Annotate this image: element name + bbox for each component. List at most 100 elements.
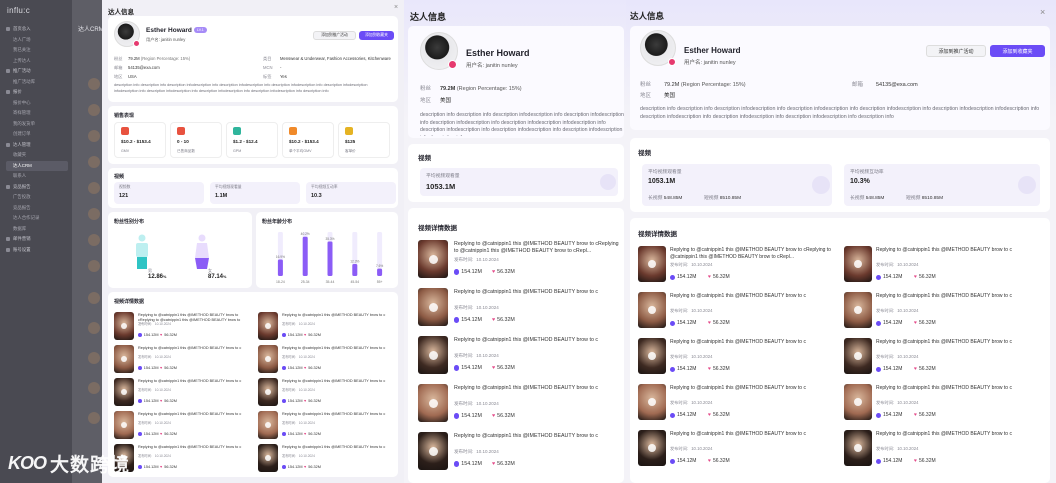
- video-title[interactable]: Replying to @catnippin1 this @IMETHOD BE…: [138, 445, 254, 450]
- video-thumbnail[interactable]: [418, 432, 448, 470]
- video-title[interactable]: Replying to @catnippin1 this @IMETHOD BE…: [670, 431, 838, 438]
- play-icon[interactable]: [647, 397, 657, 407]
- video-item[interactable]: Replying to @catnippin1 this @IMETHOD BE…: [844, 384, 1044, 420]
- close-icon[interactable]: ×: [1040, 7, 1045, 17]
- sidebar-item[interactable]: 联系人: [6, 171, 68, 182]
- add-to-favorite-button[interactable]: 添加到收藏夹: [990, 45, 1045, 57]
- video-title[interactable]: Replying to @catnippin1 this @IMETHOD BE…: [670, 339, 838, 346]
- play-icon[interactable]: [121, 356, 127, 362]
- sidebar-item[interactable]: 我已关注: [6, 45, 68, 56]
- sidebar-item[interactable]: 竞品报告: [6, 182, 68, 193]
- video-thumbnail[interactable]: [844, 292, 872, 328]
- play-icon[interactable]: [428, 254, 438, 264]
- video-title[interactable]: Replying to @catnippin1 this @IMETHOD BE…: [454, 433, 624, 440]
- play-icon[interactable]: [121, 422, 127, 428]
- sidebar-item[interactable]: 创建订单: [6, 129, 68, 140]
- video-item[interactable]: Replying to @catnippin1 this @IMETHOD BE…: [258, 378, 398, 406]
- video-thumbnail[interactable]: [114, 411, 134, 439]
- video-title[interactable]: Replying to @catnippin1 this @IMETHOD BE…: [138, 346, 254, 351]
- video-item[interactable]: Replying to @catnippin1 this @IMETHOD BE…: [638, 292, 838, 328]
- video-thumbnail[interactable]: [638, 246, 666, 282]
- video-thumbnail[interactable]: [114, 378, 134, 406]
- play-icon[interactable]: [853, 443, 863, 453]
- video-item[interactable]: Replying to @catnippin1 this @IMETHOD BE…: [638, 430, 838, 466]
- video-thumbnail[interactable]: [418, 240, 448, 278]
- video-title[interactable]: Replying to @catnippin1 this @IMETHOD BE…: [454, 289, 624, 296]
- sidebar-item[interactable]: 推广活动: [6, 66, 68, 77]
- play-icon[interactable]: [121, 389, 127, 395]
- play-icon[interactable]: [265, 356, 271, 362]
- video-thumbnail[interactable]: [418, 336, 448, 374]
- video-thumbnail[interactable]: [638, 292, 666, 328]
- play-icon[interactable]: [121, 323, 127, 329]
- video-item[interactable]: Replying to @catnippin1 this @IMETHOD BE…: [638, 246, 838, 282]
- video-item[interactable]: Replying to @catnippin1 this @IMETHOD BE…: [258, 444, 398, 472]
- video-thumbnail[interactable]: [418, 288, 448, 326]
- play-icon[interactable]: [265, 389, 271, 395]
- video-title[interactable]: Replying to @catnippin1 this @IMETHOD BE…: [282, 313, 398, 317]
- video-title[interactable]: Replying to @catnippin1 this @IMETHOD BE…: [138, 379, 254, 384]
- video-item[interactable]: Replying to @catnippin1 this @IMETHOD BE…: [114, 444, 254, 472]
- video-thumbnail[interactable]: [844, 338, 872, 374]
- video-thumbnail[interactable]: [638, 384, 666, 420]
- video-title[interactable]: Replying to @catnippin1 this @IMETHOD BE…: [282, 445, 398, 449]
- video-item[interactable]: Replying to @catnippin1 this @IMETHOD BE…: [844, 430, 1044, 466]
- video-title[interactable]: Replying to @catnippin1 this @IMETHOD BE…: [876, 247, 1044, 253]
- video-thumbnail[interactable]: [844, 246, 872, 282]
- video-item[interactable]: Replying to @catnippin1 this @IMETHOD BE…: [258, 345, 398, 373]
- video-thumbnail[interactable]: [638, 430, 666, 466]
- add-to-campaign-button[interactable]: 添加到推广活动: [313, 31, 356, 40]
- play-icon[interactable]: [647, 443, 657, 453]
- video-item[interactable]: Replying to @catnippin1 this @IMETHOD BE…: [114, 411, 254, 439]
- video-title[interactable]: Replying to @catnippin1 this @IMETHOD BE…: [138, 412, 254, 417]
- video-title[interactable]: Replying to @catnippin1 this @IMETHOD BE…: [670, 247, 838, 261]
- sidebar-item[interactable]: 推广活动库: [6, 77, 68, 88]
- video-title[interactable]: Replying to @catnippin1 this @IMETHOD BE…: [876, 385, 1044, 391]
- video-title[interactable]: Replying to @catnippin1 this @IMETHOD BE…: [282, 379, 398, 383]
- sidebar-item[interactable]: 达人广场: [6, 35, 68, 46]
- video-item[interactable]: Replying to @catnippin1 this @IMETHOD BE…: [418, 288, 624, 326]
- video-item[interactable]: Replying to @catnippin1 this @IMETHOD BE…: [114, 345, 254, 373]
- video-item[interactable]: Replying to @catnippin1 this @IMETHOD BE…: [638, 338, 838, 374]
- play-icon[interactable]: [647, 351, 657, 361]
- add-to-campaign-button[interactable]: 添加到推广活动: [926, 45, 986, 57]
- video-thumbnail[interactable]: [258, 345, 278, 373]
- video-title[interactable]: Replying to @catnippin1 this @IMETHOD BE…: [876, 339, 1044, 345]
- video-item[interactable]: Replying to @catnippin1 this @IMETHOD BE…: [418, 336, 624, 374]
- play-icon[interactable]: [853, 397, 863, 407]
- play-icon[interactable]: [428, 350, 438, 360]
- close-icon[interactable]: ×: [394, 4, 398, 11]
- video-thumbnail[interactable]: [844, 430, 872, 466]
- video-thumbnail[interactable]: [844, 384, 872, 420]
- video-item[interactable]: Replying to @catnippin1 this @IMETHOD BE…: [418, 384, 624, 422]
- video-thumbnail[interactable]: [114, 345, 134, 373]
- video-thumbnail[interactable]: [258, 444, 278, 472]
- video-title[interactable]: Replying to @catnippin1 this @IMETHOD BE…: [454, 337, 624, 344]
- sidebar-item[interactable]: 上传达人: [6, 56, 68, 67]
- sidebar-item[interactable]: 达人管理: [6, 140, 68, 151]
- video-title[interactable]: Replying to @catnippin1 this @IMETHOD BE…: [282, 346, 398, 350]
- video-title[interactable]: Replying to @catnippin1 this @IMETHOD BE…: [282, 412, 398, 416]
- play-icon[interactable]: [428, 398, 438, 408]
- video-item[interactable]: Replying to @catnippin1 this @IMETHOD BE…: [258, 312, 398, 340]
- play-icon[interactable]: [265, 455, 271, 461]
- video-thumbnail[interactable]: [638, 338, 666, 374]
- sidebar-item[interactable]: 寄样管理: [6, 108, 68, 119]
- sidebar-item[interactable]: 收藏夹: [6, 150, 68, 161]
- video-item[interactable]: Replying to @catnippin1 this @IMETHOD BE…: [638, 384, 838, 420]
- video-title[interactable]: Replying to @catnippin1 this @IMETHOD BE…: [454, 385, 624, 392]
- play-icon[interactable]: [428, 302, 438, 312]
- sidebar-item[interactable]: 达人CRM: [6, 160, 68, 171]
- play-icon[interactable]: [853, 305, 863, 315]
- video-item[interactable]: Replying to @catnippin1 this @IMETHOD BE…: [844, 246, 1044, 282]
- video-thumbnail[interactable]: [258, 312, 278, 340]
- sidebar-item[interactable]: 达人合作记录: [6, 213, 68, 224]
- sidebar-item[interactable]: 报价: [6, 87, 68, 98]
- video-thumbnail[interactable]: [258, 411, 278, 439]
- video-title[interactable]: Replying to @catnippin1 this @IMETHOD BE…: [454, 241, 624, 255]
- play-icon[interactable]: [647, 259, 657, 269]
- video-item[interactable]: Replying to @catnippin1 this @IMETHOD BE…: [258, 411, 398, 439]
- sidebar-item[interactable]: 报价中心: [6, 98, 68, 109]
- play-icon[interactable]: [647, 305, 657, 315]
- video-thumbnail[interactable]: [418, 384, 448, 422]
